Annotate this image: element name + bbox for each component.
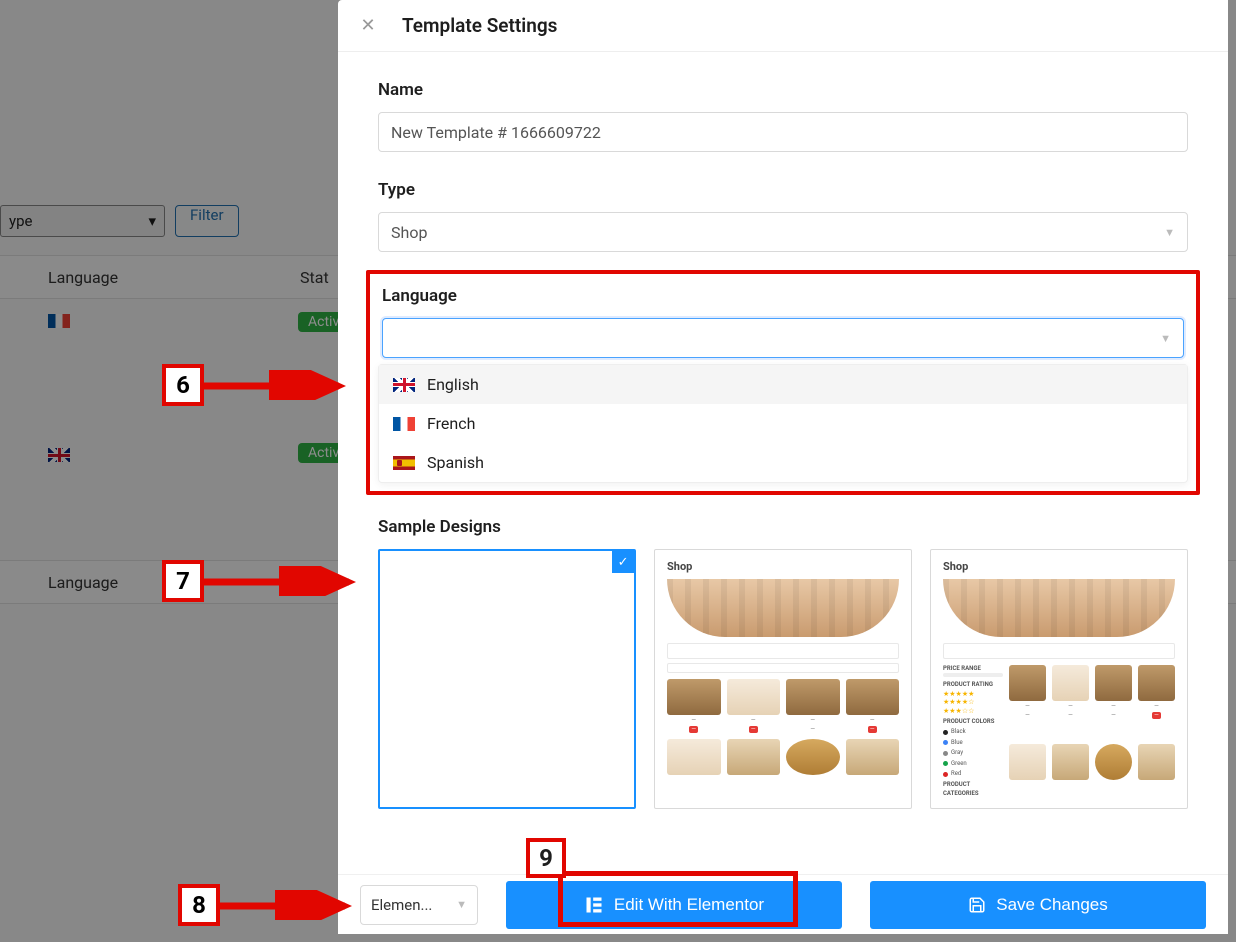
annotation-8: 8 bbox=[178, 884, 360, 926]
modal-title: Template Settings bbox=[402, 14, 557, 37]
language-option-label: French bbox=[427, 414, 475, 433]
flag-uk-icon bbox=[393, 378, 415, 392]
annotation-9-box bbox=[558, 871, 798, 927]
check-icon: ✓ bbox=[612, 551, 634, 573]
language-section-highlight: Language ▼ English French Spanish bbox=[366, 270, 1200, 495]
builder-select-value: Elemen... bbox=[371, 896, 432, 914]
type-label: Type bbox=[378, 180, 1188, 200]
close-icon[interactable]: ✕ bbox=[356, 15, 380, 36]
chevron-down-icon: ▼ bbox=[456, 898, 467, 911]
annotation-9: 9 bbox=[526, 838, 566, 878]
save-changes-button[interactable]: Save Changes bbox=[870, 881, 1206, 929]
type-select[interactable]: Shop ▼ bbox=[378, 212, 1188, 252]
sample-title: Shop bbox=[667, 560, 899, 573]
annotation-number: 6 bbox=[162, 364, 204, 406]
sample-designs-row: ✓ Shop —— —— —— —— bbox=[378, 549, 1188, 809]
sample-design-shop-sidebar[interactable]: Shop PRICE RANGE PRODUCT RATING ★★★★★ ★★… bbox=[930, 549, 1188, 809]
annotation-number: 7 bbox=[162, 560, 204, 602]
arrow-icon bbox=[204, 566, 364, 596]
flag-fr-icon bbox=[393, 417, 415, 431]
annotation-number: 8 bbox=[178, 884, 220, 926]
sample-designs-label: Sample Designs bbox=[378, 517, 1188, 537]
name-value: New Template # 1666609722 bbox=[391, 123, 601, 142]
modal-header: ✕ Template Settings bbox=[338, 0, 1228, 52]
annotation-6: 6 bbox=[162, 364, 354, 406]
sample-design-shop-grid[interactable]: Shop —— —— —— —— bbox=[654, 549, 912, 809]
language-option-spanish[interactable]: Spanish bbox=[379, 443, 1187, 482]
type-value: Shop bbox=[391, 223, 427, 242]
hero-image-icon bbox=[943, 579, 1175, 637]
name-label: Name bbox=[378, 80, 1188, 100]
flag-es-icon bbox=[393, 456, 415, 470]
hero-image-icon bbox=[667, 579, 899, 637]
language-option-english[interactable]: English bbox=[379, 365, 1187, 404]
chevron-down-icon: ▼ bbox=[1164, 226, 1175, 239]
save-button-label: Save Changes bbox=[996, 895, 1108, 915]
language-option-label: English bbox=[427, 375, 479, 394]
sample-design-blank[interactable]: ✓ bbox=[378, 549, 636, 809]
template-settings-modal: ✕ Template Settings Name New Template # … bbox=[338, 0, 1228, 934]
language-option-label: Spanish bbox=[427, 453, 484, 472]
save-icon bbox=[968, 896, 986, 914]
language-option-french[interactable]: French bbox=[379, 404, 1187, 443]
language-dropdown-list: English French Spanish bbox=[378, 364, 1188, 483]
language-select[interactable]: ▼ bbox=[382, 318, 1184, 358]
builder-select[interactable]: Elemen... ▼ bbox=[360, 885, 478, 925]
arrow-icon bbox=[220, 890, 360, 920]
chevron-down-icon: ▼ bbox=[1160, 332, 1171, 345]
arrow-icon bbox=[204, 370, 354, 400]
annotation-7: 7 bbox=[162, 560, 364, 602]
sample-title: Shop bbox=[943, 560, 1175, 573]
language-label: Language bbox=[378, 286, 1188, 306]
name-input[interactable]: New Template # 1666609722 bbox=[378, 112, 1188, 152]
